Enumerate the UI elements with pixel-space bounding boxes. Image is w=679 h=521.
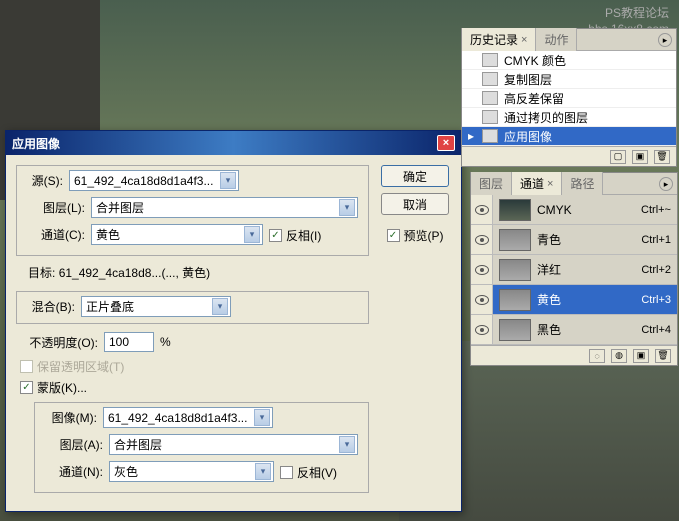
tab-layers[interactable]: 图层 xyxy=(471,172,512,195)
channel-thumb xyxy=(499,259,531,281)
opacity-label: 不透明度(O): xyxy=(16,334,98,351)
channel-item[interactable]: 黄色 Ctrl+3 xyxy=(471,285,677,315)
chevron-down-icon: ▾ xyxy=(212,298,228,315)
mask-channel-label: 通道(N): xyxy=(45,463,103,480)
channel-item[interactable]: 洋红 Ctrl+2 xyxy=(471,255,677,285)
chevron-down-icon: ▾ xyxy=(254,409,270,426)
channel-label: 通道(C): xyxy=(27,226,85,243)
eye-icon xyxy=(475,235,489,245)
step-icon xyxy=(482,72,498,86)
history-item[interactable]: 通过拷贝的图层 xyxy=(462,108,676,127)
tab-channels[interactable]: 通道× xyxy=(512,172,562,195)
layer-select[interactable]: 合并图层 ▾ xyxy=(91,197,358,218)
visibility-toggle[interactable] xyxy=(471,225,493,254)
history-item[interactable]: ▸应用图像 xyxy=(462,127,676,146)
channel-item[interactable]: CMYK Ctrl+~ xyxy=(471,195,677,225)
step-icon xyxy=(482,91,498,105)
chevron-down-icon: ▾ xyxy=(339,199,355,216)
blend-fieldset: 混合(B): 正片叠底 ▾ xyxy=(16,291,369,324)
mask-layer-label: 图层(A): xyxy=(45,436,103,453)
history-item[interactable]: 复制图层 xyxy=(462,70,676,89)
channels-panel: 图层 通道× 路径 ▸ CMYK Ctrl+~ 青色 Ctrl+1 洋红 Ctr… xyxy=(470,172,678,366)
eye-icon xyxy=(475,325,489,335)
mask-fieldset: 图像(M): 61_492_4ca18d8d1a4f3... ▾ 图层(A): … xyxy=(34,402,369,493)
history-item[interactable]: 高反差保留 xyxy=(462,89,676,108)
channel-item[interactable]: 青色 Ctrl+1 xyxy=(471,225,677,255)
tab-actions[interactable]: 动作 xyxy=(536,28,577,51)
apply-image-dialog: 应用图像 × 源(S): 61_492_4ca18d8d1a4f3... ▾ 图… xyxy=(5,130,462,512)
mask-channel-select[interactable]: 灰色 ▾ xyxy=(109,461,274,482)
channel-select[interactable]: 黄色 ▾ xyxy=(91,224,263,245)
step-icon xyxy=(482,129,498,143)
visibility-toggle[interactable] xyxy=(471,285,493,314)
layer-label: 图层(L): xyxy=(27,199,85,216)
visibility-toggle[interactable] xyxy=(471,315,493,344)
preserve-checkbox: 保留透明区域(T) xyxy=(20,358,369,375)
chevron-down-icon: ▾ xyxy=(244,226,260,243)
mask-invert-checkbox[interactable]: 反相(V) xyxy=(280,464,337,481)
channel-thumb xyxy=(499,319,531,341)
history-footer: ▢ ▣ 🗑 xyxy=(462,146,676,166)
close-icon[interactable]: × xyxy=(547,178,553,190)
history-item[interactable]: CMYK 颜色 xyxy=(462,51,676,70)
trash-icon[interactable]: 🗑 xyxy=(654,150,670,164)
trash-icon[interactable]: 🗑 xyxy=(655,349,671,363)
target-row: 目标: 61_492_4ca18d8...(..., 黄色) xyxy=(28,264,369,281)
chevron-down-icon: ▾ xyxy=(339,436,355,453)
history-panel: 历史记录× 动作 ▸ CMYK 颜色 复制图层 高反差保留 通过拷贝的图层 ▸应… xyxy=(461,28,677,167)
panel-menu-icon[interactable]: ▸ xyxy=(659,177,673,191)
close-icon[interactable]: × xyxy=(521,34,527,46)
chevron-down-icon: ▾ xyxy=(220,172,236,189)
mask-image-select[interactable]: 61_492_4ca18d8d1a4f3... ▾ xyxy=(103,407,273,428)
channel-item[interactable]: 黑色 Ctrl+4 xyxy=(471,315,677,345)
visibility-toggle[interactable] xyxy=(471,255,493,284)
new-channel-icon[interactable]: ▣ xyxy=(633,349,649,363)
close-icon[interactable]: × xyxy=(437,135,455,151)
invert-checkbox[interactable]: ✓ 反相(I) xyxy=(269,227,321,244)
eye-icon xyxy=(475,205,489,215)
chevron-down-icon: ▾ xyxy=(255,463,271,480)
source-fieldset: 源(S): 61_492_4ca18d8d1a4f3... ▾ 图层(L): 合… xyxy=(16,165,369,256)
blend-select[interactable]: 正片叠底 ▾ xyxy=(81,296,231,317)
tab-paths[interactable]: 路径 xyxy=(562,172,603,195)
history-tabs: 历史记录× 动作 ▸ xyxy=(462,29,676,51)
channel-thumb xyxy=(499,289,531,311)
mask-checkbox[interactable]: ✓ 蒙版(K)... xyxy=(20,379,369,396)
mask-layer-select[interactable]: 合并图层 ▾ xyxy=(109,434,358,455)
mask-image-label: 图像(M): xyxy=(39,409,97,426)
preview-checkbox[interactable]: ✓ 预览(P) xyxy=(387,227,444,244)
eye-icon xyxy=(475,295,489,305)
channels-footer: ◌ ◍ ▣ 🗑 xyxy=(471,345,677,365)
new-snapshot-icon[interactable]: ▢ xyxy=(610,150,626,164)
channels-tabs: 图层 通道× 路径 ▸ xyxy=(471,173,677,195)
opacity-input[interactable]: 100 xyxy=(104,332,154,352)
channel-thumb xyxy=(499,229,531,251)
blend-label: 混合(B): xyxy=(21,298,75,315)
save-selection-icon[interactable]: ◍ xyxy=(611,349,627,363)
cancel-button[interactable]: 取消 xyxy=(381,193,449,215)
step-icon xyxy=(482,110,498,124)
channel-thumb xyxy=(499,199,531,221)
source-label: 源(S): xyxy=(21,172,63,189)
eye-icon xyxy=(475,265,489,275)
load-selection-icon[interactable]: ◌ xyxy=(589,349,605,363)
history-list: CMYK 颜色 复制图层 高反差保留 通过拷贝的图层 ▸应用图像 xyxy=(462,51,676,146)
source-select[interactable]: 61_492_4ca18d8d1a4f3... ▾ xyxy=(69,170,239,191)
panel-menu-icon[interactable]: ▸ xyxy=(658,33,672,47)
dialog-title: 应用图像 xyxy=(12,135,60,152)
dialog-titlebar[interactable]: 应用图像 × xyxy=(6,131,461,155)
ok-button[interactable]: 确定 xyxy=(381,165,449,187)
new-doc-icon[interactable]: ▣ xyxy=(632,150,648,164)
channels-list: CMYK Ctrl+~ 青色 Ctrl+1 洋红 Ctrl+2 黄色 Ctrl+… xyxy=(471,195,677,345)
visibility-toggle[interactable] xyxy=(471,195,493,224)
tab-history[interactable]: 历史记录× xyxy=(462,28,536,51)
step-icon xyxy=(482,53,498,67)
